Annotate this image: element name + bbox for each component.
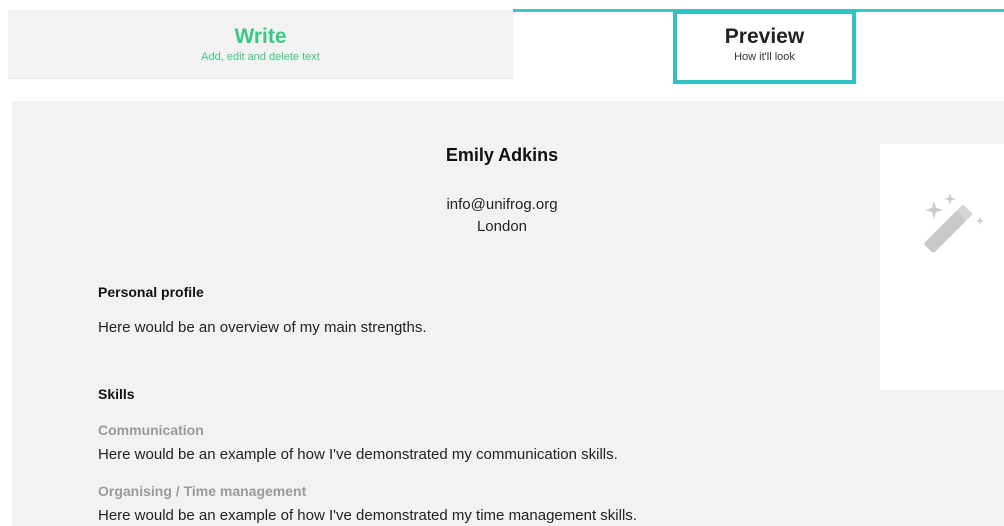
cv-preview-document: Emily Adkins info@unifrog.org London Per… (12, 101, 1004, 526)
cv-email: info@unifrog.org (446, 196, 558, 213)
cv-name: Emily Adkins (445, 145, 559, 165)
skill-text: Here would be an example of how I've dem… (98, 446, 618, 463)
cv-builder-window: Write Add, edit and delete text Preview … (0, 0, 1004, 526)
section-heading-profile: Personal profile (98, 284, 204, 300)
skill-text: Here would be an example of how I've dem… (98, 507, 637, 524)
tab-write-title: Write (234, 25, 287, 48)
tab-write-subtitle: Add, edit and delete text (201, 51, 320, 63)
magic-side-panel (880, 144, 1004, 390)
tab-write[interactable]: Write Add, edit and delete text (8, 10, 513, 79)
skill-title: Communication (98, 422, 204, 438)
tab-preview[interactable]: Preview How it'll look (673, 10, 856, 84)
skill-title: Organising / Time management (98, 483, 307, 499)
tab-preview-title: Preview (724, 25, 805, 48)
cv-city: London (476, 218, 528, 235)
section-heading-skills: Skills (98, 386, 135, 402)
magic-wand-icon[interactable] (920, 189, 990, 264)
profile-text: Here would be an overview of my main str… (98, 319, 427, 336)
tab-preview-subtitle: How it'll look (734, 51, 795, 63)
